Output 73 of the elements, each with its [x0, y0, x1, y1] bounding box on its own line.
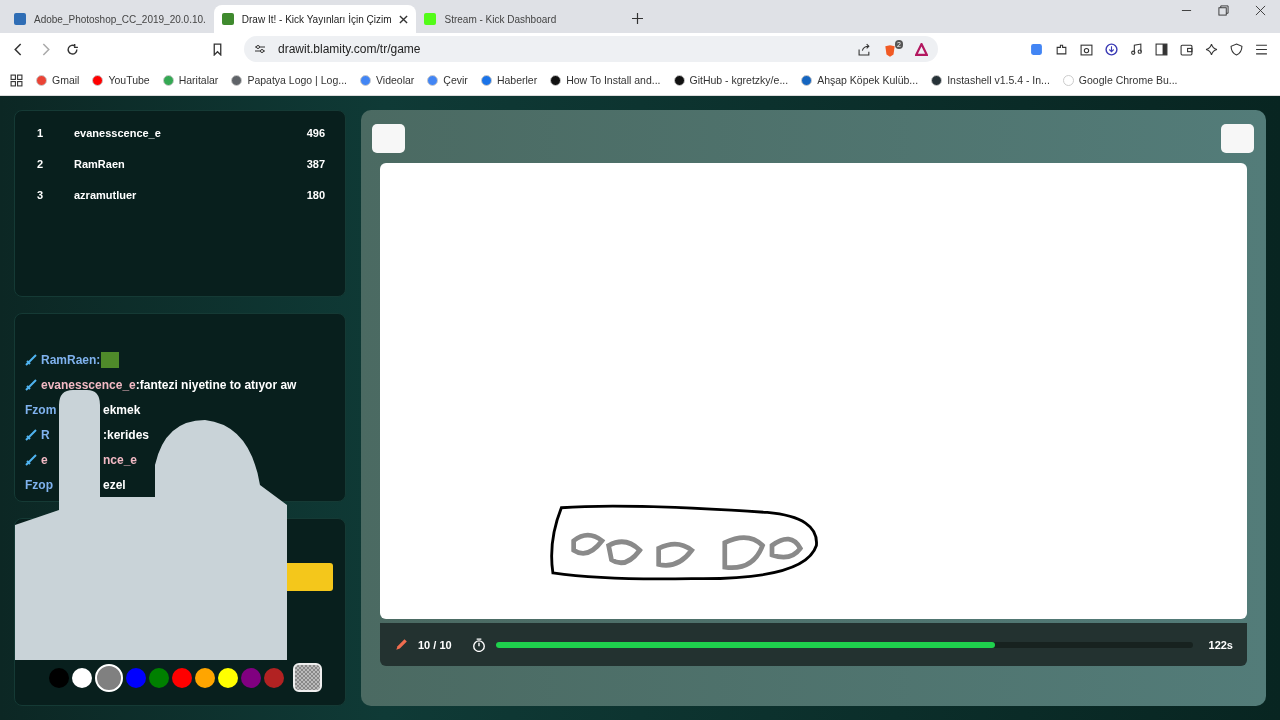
reload-icon[interactable] — [66, 42, 79, 56]
shield-icon[interactable] — [883, 44, 898, 58]
download-icon[interactable] — [1105, 42, 1118, 56]
score-text: 180 — [306, 189, 325, 201]
restore-icon[interactable] — [1218, 5, 1229, 16]
browser-tab[interactable]: Stream - Kick Dashboard — [416, 5, 613, 33]
puzzle-icon[interactable] — [1055, 42, 1068, 56]
url-text: drawit.blamity.com/tr/game — [278, 42, 422, 56]
rank-text: 3 — [37, 189, 45, 201]
color-swatch[interactable] — [241, 667, 261, 688]
chat-text: :fantezi niyetine to atıyor aw — [135, 377, 297, 392]
bookmark-item[interactable]: YouTube — [92, 74, 150, 86]
bookmark-item[interactable]: How To Install and... — [550, 74, 661, 86]
apps-icon[interactable] — [10, 73, 23, 87]
sidebar-icon[interactable] — [1155, 42, 1168, 56]
color-swatch[interactable] — [195, 667, 215, 688]
window-search-icon[interactable] — [1080, 42, 1093, 56]
menu-icon[interactable] — [1255, 42, 1268, 56]
color-swatch[interactable] — [218, 667, 238, 688]
color-swatch[interactable] — [126, 667, 146, 688]
translate-icon[interactable] — [1030, 42, 1043, 56]
square-button[interactable] — [372, 124, 405, 153]
share-icon[interactable] — [858, 42, 872, 56]
new-tab-icon[interactable] — [632, 13, 644, 24]
color-swatch[interactable] — [72, 667, 92, 688]
round-counter: 10 / 10 — [418, 638, 452, 651]
stopwatch-icon — [471, 637, 486, 652]
bookmark-item[interactable]: Çevir — [427, 74, 468, 86]
player-name: evanesscence_e — [74, 127, 162, 139]
pencil-icon — [394, 637, 408, 652]
close-icon[interactable] — [399, 14, 409, 24]
browser-tab[interactable]: Draw It! - Kick Yayınları İçin Çizim — [213, 5, 417, 33]
close-icon[interactable] — [1255, 5, 1266, 16]
color-swatch[interactable] — [95, 663, 123, 692]
bookmark-item[interactable]: Gmail — [36, 74, 80, 86]
rank-text: 1 — [37, 127, 45, 139]
chat-text: ezel — [103, 477, 126, 492]
bookmark-item[interactable]: Haritalar — [162, 74, 219, 86]
bookmark-item[interactable]: Ahşap Köpek Kulüb... — [801, 74, 919, 86]
site-settings-icon[interactable] — [254, 43, 266, 55]
shield-icon[interactable] — [1230, 42, 1243, 56]
chat-text: ekmek — [103, 402, 141, 417]
chat-text: Fzop — [25, 477, 53, 492]
player-name: azramutluer — [74, 189, 138, 201]
bookmark-item[interactable]: Papatya Logo | Log... — [231, 74, 347, 86]
wallet-icon[interactable] — [1180, 42, 1193, 56]
timer-reading: 122s — [1208, 638, 1233, 651]
chat-text: RamRaen: — [41, 352, 101, 367]
bookmark-item[interactable]: GitHub - kgretzky/e... — [673, 74, 789, 86]
color-swatch[interactable] — [49, 667, 69, 688]
browser-tab[interactable]: Adobe_Photoshop_CC_2019_20.0.10. — [6, 5, 214, 33]
pattern-swatch[interactable] — [293, 663, 322, 692]
chat-text: evanesscence_e — [41, 377, 136, 392]
color-swatch[interactable] — [264, 667, 284, 688]
score-text: 387 — [306, 158, 325, 170]
color-swatch[interactable] — [149, 667, 169, 688]
bookmark-item[interactable]: Videolar — [360, 74, 415, 86]
triangle-icon[interactable] — [915, 42, 928, 56]
rank-text: 2 — [37, 158, 45, 170]
chat-text: Fzom — [25, 402, 57, 417]
bookmark-item[interactable]: Instashell v1.5.4 - In... — [931, 74, 1050, 86]
chat-text: e — [41, 452, 48, 467]
chat-text: :kerides — [103, 427, 150, 442]
chat-text: R — [41, 427, 50, 442]
chat-text: nce_e — [103, 452, 138, 467]
score-text: 496 — [306, 127, 325, 139]
bookmark-item[interactable]: Google Chrome Bu... — [1062, 74, 1178, 86]
bookmark-item[interactable]: Haberler — [480, 74, 538, 86]
sparkle-icon[interactable] — [1205, 42, 1218, 56]
color-swatch[interactable] — [172, 667, 192, 688]
bookmark-icon[interactable] — [211, 42, 224, 56]
music-icon[interactable] — [1130, 42, 1143, 56]
player-name: RamRaen — [74, 158, 126, 170]
